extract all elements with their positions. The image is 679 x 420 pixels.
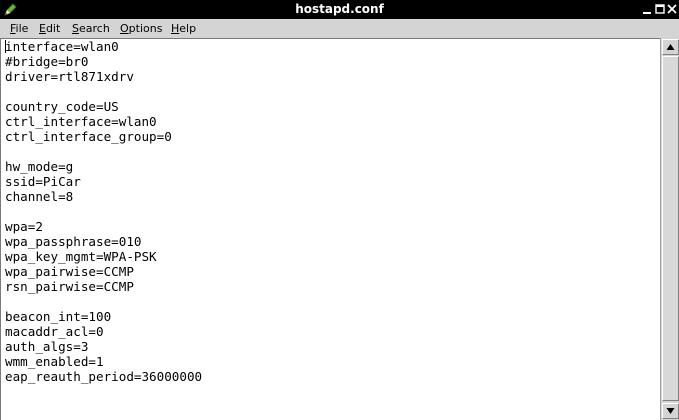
editor-line[interactable]: driver=rtl871xdrv — [5, 69, 202, 84]
editor-line[interactable]: wpa_key_mgmt=WPA-PSK — [5, 249, 202, 264]
editor-line[interactable]: interface=wlan0 — [5, 39, 202, 54]
editor-line[interactable]: rsn_pairwise=CCMP — [5, 279, 202, 294]
menu-file[interactable]: File — [10, 19, 28, 38]
menu-edit[interactable]: Edit — [39, 19, 60, 38]
menu-bar: File Edit Search Options Help — [0, 19, 679, 38]
editor-line[interactable]: country_code=US — [5, 99, 202, 114]
editor-line[interactable]: ctrl_interface_group=0 — [5, 129, 202, 144]
scroll-down-button[interactable] — [662, 403, 679, 419]
editor-line[interactable] — [5, 204, 202, 219]
title-bar[interactable]: hostapd.conf — [0, 0, 679, 19]
arrow-down-icon — [663, 407, 678, 415]
editor-line[interactable]: hw_mode=g — [5, 159, 202, 174]
menu-help[interactable]: Help — [171, 19, 196, 38]
scrollbar-thumb[interactable] — [662, 56, 679, 401]
editor-line[interactable] — [5, 144, 202, 159]
minimize-icon[interactable] — [641, 3, 653, 15]
vertical-scrollbar[interactable] — [660, 38, 679, 420]
editor-line[interactable] — [5, 84, 202, 99]
menu-search[interactable]: Search — [72, 19, 110, 38]
editor-line[interactable]: beacon_int=100 — [5, 309, 202, 324]
arrow-up-icon — [663, 43, 678, 51]
editor-text[interactable]: interface=wlan0 #bridge=br0 driver=rtl871x… — [5, 39, 202, 384]
editor-line[interactable]: ctrl_interface=wlan0 — [5, 114, 202, 129]
editor-line[interactable]: channel=8 — [5, 189, 202, 204]
text-editor-area[interactable]: interface=wlan0 #bridge=br0 driver=rtl871x… — [0, 38, 660, 420]
editor-line[interactable]: wmm_enabled=1 — [5, 354, 202, 369]
editor-line[interactable]: #bridge=br0 — [5, 54, 202, 69]
editor-line[interactable]: auth_algs=3 — [5, 339, 202, 354]
close-icon[interactable] — [666, 3, 678, 15]
editor-line[interactable] — [5, 294, 202, 309]
editor-line[interactable]: macaddr_acl=0 — [5, 324, 202, 339]
editor-line[interactable]: ssid=PiCar — [5, 174, 202, 189]
editor-line[interactable]: wpa_pairwise=CCMP — [5, 264, 202, 279]
text-caret — [5, 40, 6, 53]
scroll-up-button[interactable] — [662, 39, 679, 55]
window-title: hostapd.conf — [295, 2, 384, 16]
editor-line[interactable]: wpa_passphrase=010 — [5, 234, 202, 249]
menu-options[interactable]: Options — [120, 19, 162, 38]
editor-line[interactable]: wpa=2 — [5, 219, 202, 234]
editor-line[interactable]: eap_reauth_period=36000000 — [5, 369, 202, 384]
maximize-icon[interactable] — [654, 3, 666, 15]
